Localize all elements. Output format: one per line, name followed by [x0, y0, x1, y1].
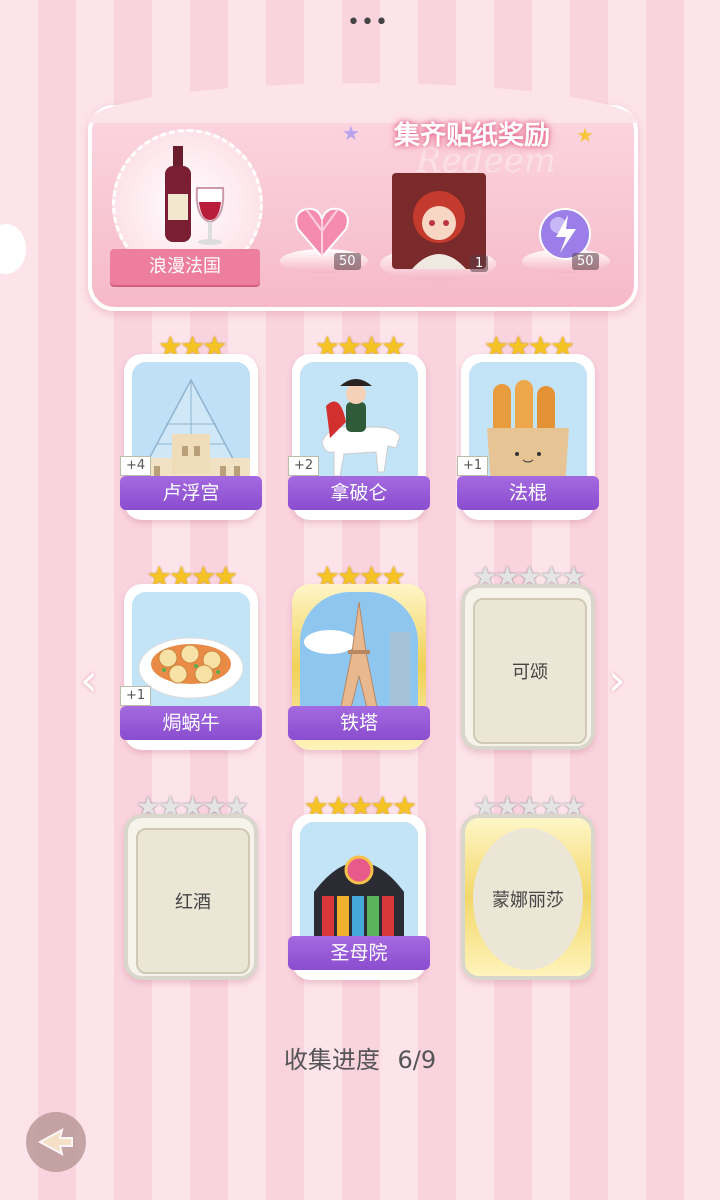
card-name: 蒙娜丽莎: [473, 828, 583, 970]
card-name: 铁塔: [288, 706, 430, 740]
reward-count: 50: [572, 253, 599, 270]
duplicate-count-badge: +1: [457, 456, 489, 476]
reward-count: 1: [470, 255, 489, 272]
sticker-card-red-wine-locked[interactable]: ★★★★★ 红酒: [124, 790, 258, 980]
more-dots-icon[interactable]: •••: [347, 10, 389, 35]
card-name: 焗蜗牛: [120, 706, 262, 740]
sticker-card-napoleon[interactable]: ★★★★ +2 拿破仑: [288, 330, 430, 520]
sticker-card-notre-dame[interactable]: ★★★★★ 圣母院: [288, 790, 430, 980]
side-tab-button[interactable]: [0, 224, 26, 274]
card-name: 红酒: [136, 828, 250, 974]
collection-reward-banner: Redeem ★ ★ 集齐贴纸奖励 浪漫法国 50 1 50: [88, 83, 638, 311]
card-name: 卢浮宫: [120, 476, 262, 510]
sparkle-star-icon: ★: [342, 121, 360, 145]
sticker-card-mona-lisa-locked[interactable]: ★★★★★ 蒙娜丽莎: [461, 790, 595, 980]
reward-count: 50: [334, 253, 361, 270]
progress-value: 6/9: [397, 1046, 437, 1074]
chevron-right-icon[interactable]: ›: [608, 655, 626, 706]
sparkle-star-icon: ★: [576, 123, 594, 147]
sticker-card-croissant-locked[interactable]: ★★★★★ 可颂: [461, 560, 595, 750]
card-name: 可颂: [473, 598, 587, 744]
theme-name-ribbon: 浪漫法国: [110, 249, 260, 285]
chevron-left-icon[interactable]: ‹: [80, 655, 98, 706]
back-button[interactable]: [26, 1112, 86, 1172]
card-name: 圣母院: [288, 936, 430, 970]
duplicate-count-badge: +2: [288, 456, 320, 476]
sticker-card-louvre[interactable]: ★★★ +4 卢浮宫: [120, 330, 262, 520]
banner-title: 集齐贴纸奖励: [393, 121, 550, 151]
back-arrow-icon: [37, 1128, 73, 1156]
card-name: 拿破仑: [288, 476, 430, 510]
duplicate-count-badge: +4: [120, 456, 152, 476]
progress-label: 收集进度: [283, 1046, 380, 1074]
sticker-card-escargot[interactable]: ★★★★ +1 焗蜗牛: [120, 560, 262, 750]
sticker-card-eiffel-tower[interactable]: ★★★★ 铁塔: [288, 560, 430, 750]
card-name: 法棍: [457, 476, 599, 510]
sticker-card-baguette[interactable]: ★★★★ +1 法棍: [457, 330, 599, 520]
collection-progress: 收集进度 6/9: [0, 1040, 720, 1075]
duplicate-count-badge: +1: [120, 686, 152, 706]
